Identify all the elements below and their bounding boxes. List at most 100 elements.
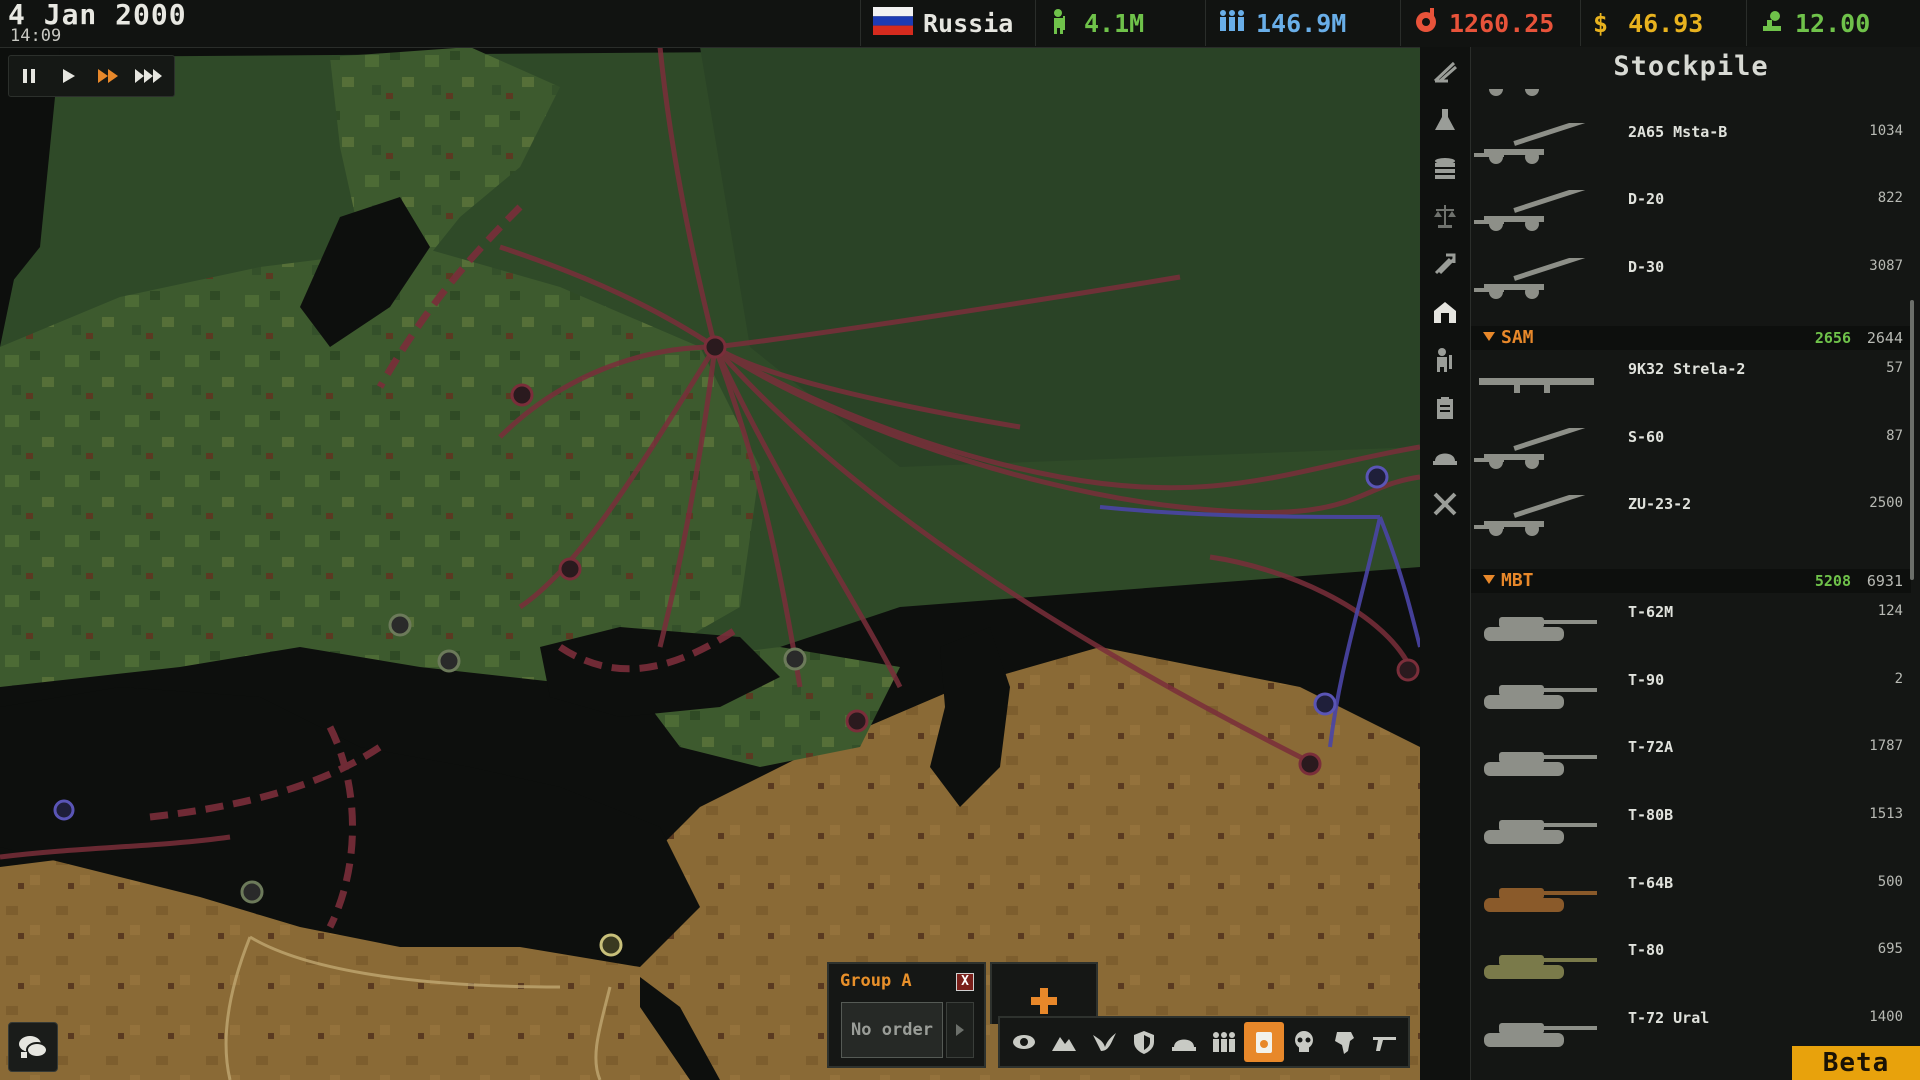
equipment-image (1474, 360, 1599, 406)
stockpile-scrollbar[interactable] (1910, 300, 1914, 580)
equipment-image (1474, 738, 1599, 784)
equipment-count: 1787 (1869, 738, 1903, 755)
equipment-name: T-72 Ural (1628, 1009, 1710, 1028)
diplomacy-icon[interactable] (1430, 57, 1460, 87)
category-green-count: 5208 (1814, 571, 1851, 590)
bird-icon[interactable] (1084, 1022, 1124, 1062)
stockpile-item[interactable]: S-60 87 (1471, 420, 1911, 488)
population-icon[interactable] (1204, 1022, 1244, 1062)
stockpile-item[interactable]: T-80B 1513 (1471, 800, 1911, 866)
stockpile-list[interactable]: 2A3602A65 Msta-B1034D-20822D-303087SAM26… (1471, 89, 1911, 1080)
equipment-image (1474, 89, 1599, 101)
group-name[interactable]: Group A (840, 971, 912, 991)
play-button[interactable] (49, 58, 89, 94)
close-group-button[interactable]: X (956, 973, 974, 991)
stockpile-item[interactable]: D-30 3087 (1471, 251, 1911, 318)
top-bar: 4 Jan 2000 14:09 Russia 4.1M 146.9M 1260… (0, 0, 1920, 48)
play-icon (63, 69, 75, 83)
money-icon: $ (1593, 8, 1609, 38)
fastest-button[interactable] (129, 58, 169, 94)
category-header-mbt[interactable]: MBT 5208 6931 (1471, 568, 1911, 593)
equipment-name: 9K32 Strela-2 (1628, 359, 1746, 378)
influence-stat[interactable]: 1260.25 (1400, 0, 1588, 46)
map-mode-toolbar (998, 1016, 1410, 1068)
add-group-button[interactable] (1026, 982, 1062, 1018)
equipment-name: T-72A (1628, 738, 1674, 757)
rifle-icon[interactable] (1364, 1022, 1404, 1062)
stockpile-item[interactable]: ZU-23-2 2500 (1471, 488, 1911, 555)
equipment-image (1474, 116, 1599, 169)
soldiers-stat[interactable]: 4.1M (1035, 0, 1203, 46)
justice-icon[interactable] (1430, 201, 1460, 231)
equipment-image (1474, 671, 1599, 717)
africa-icon[interactable] (1324, 1022, 1364, 1062)
stockpile-item[interactable]: T-90 2 (1471, 665, 1911, 731)
eye-icon[interactable] (1004, 1022, 1044, 1062)
plus-icon (1031, 988, 1057, 1014)
stockpile-item[interactable]: T-80 695 (1471, 935, 1911, 1001)
industry-icon[interactable] (1430, 249, 1460, 279)
country-name: Russia (923, 8, 1014, 38)
fast-forward-button[interactable] (89, 58, 129, 94)
category-header-sam[interactable]: SAM 2656 2644 (1471, 325, 1911, 350)
group-order-arrow[interactable] (946, 1002, 974, 1058)
stockpile-item[interactable]: 2A360 (1471, 89, 1911, 115)
shield-icon[interactable] (1124, 1022, 1164, 1062)
equipment-image (1474, 941, 1599, 987)
money-value: 46.93 (1628, 8, 1704, 38)
equipment-image (1474, 806, 1599, 852)
equipment-image (1474, 488, 1599, 541)
stockpile-item[interactable]: 9K32 Strela-2 57 (1471, 354, 1911, 420)
map-canvas[interactable] (0, 47, 1420, 1080)
equipment-name: D-20 (1628, 190, 1665, 209)
category-name: SAM (1501, 326, 1534, 348)
influence-icon (1413, 8, 1439, 38)
equipment-name: T-80B (1628, 806, 1674, 824)
recruitment-icon[interactable] (1430, 345, 1460, 375)
pause-button[interactable] (9, 58, 49, 94)
equipment-image (1474, 251, 1599, 304)
research-icon[interactable] (1430, 105, 1460, 135)
equipment-name: T-62M (1628, 602, 1674, 621)
barracks-icon[interactable] (1430, 297, 1460, 327)
population-icon (1218, 8, 1246, 38)
equipment-count: 500 (1877, 873, 1903, 890)
agriculture-stat[interactable]: 12.00 (1746, 0, 1920, 46)
stockpile-item[interactable]: 2A65 Msta-B 1034 (1471, 116, 1911, 183)
world-map[interactable] (0, 47, 1420, 1080)
country-selector[interactable]: Russia (860, 0, 1036, 46)
equipment-count: 87 (1886, 427, 1903, 444)
tools-icon[interactable] (1430, 489, 1460, 519)
group-order-button[interactable]: No order (841, 1002, 943, 1058)
population-stat[interactable]: 146.9M (1205, 0, 1393, 46)
beta-badge: Beta (1792, 1046, 1920, 1080)
skull-icon[interactable] (1284, 1022, 1324, 1062)
money-stat[interactable]: $ 46.93 (1580, 0, 1743, 46)
helmet-icon[interactable] (1430, 441, 1460, 471)
equipment-name: S-60 (1628, 427, 1665, 446)
stockpile-item[interactable]: T-64B 500 (1471, 868, 1911, 934)
equipment-name: ZU-23-2 (1628, 495, 1692, 514)
helmet-icon[interactable] (1164, 1022, 1204, 1062)
arrow-right-icon (956, 1024, 964, 1036)
equipment-image (1474, 183, 1599, 236)
equipment-image (1474, 603, 1599, 649)
clipboard-icon[interactable] (1430, 393, 1460, 423)
terrain-icon[interactable] (1044, 1022, 1084, 1062)
economy-icon[interactable] (1430, 153, 1460, 183)
equipment-count: 822 (1877, 190, 1903, 207)
equipment-count: 124 (1877, 602, 1903, 619)
chat-button[interactable] (8, 1022, 58, 1072)
supply-icon[interactable] (1244, 1022, 1284, 1062)
stockpile-item[interactable]: T-72A 1787 (1471, 732, 1911, 798)
stockpile-item[interactable]: D-20 822 (1471, 183, 1911, 250)
equipment-image (1474, 1009, 1599, 1055)
chat-icon (19, 1036, 48, 1058)
game-time: 14:09 (10, 26, 62, 46)
stockpile-item[interactable]: T-62M 124 (1471, 597, 1911, 663)
side-menu (1420, 47, 1470, 1080)
equipment-image (1474, 874, 1599, 920)
category-total-count: 6931 (1866, 571, 1903, 590)
equipment-count: 3087 (1869, 258, 1903, 275)
equipment-count: 2 (1894, 670, 1903, 687)
